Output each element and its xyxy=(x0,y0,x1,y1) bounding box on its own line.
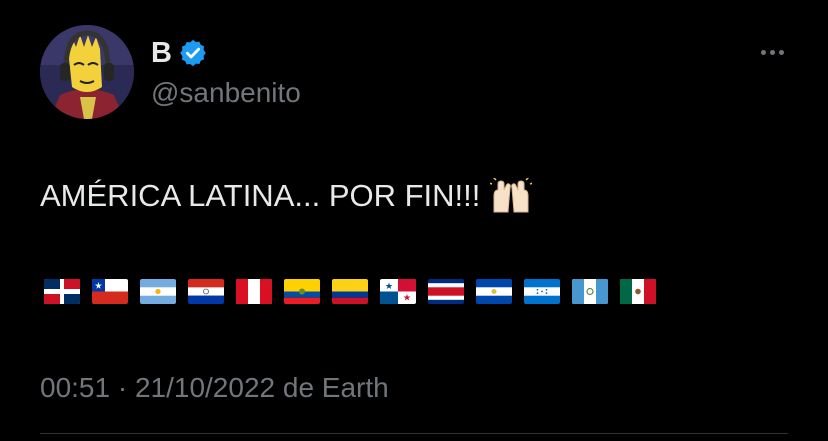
tweet-timestamp[interactable]: 00:51 · 21/10/2022 de Earth xyxy=(40,370,389,406)
mexico-flag xyxy=(620,279,656,304)
costa-rica-flag xyxy=(428,279,464,304)
tweet-text: AMÉRICA LATINA... POR FIN!!! xyxy=(40,176,534,224)
more-dot-icon xyxy=(769,49,775,55)
divider xyxy=(40,433,788,434)
raising-hands-icon xyxy=(489,176,534,224)
chile-flag xyxy=(92,279,128,304)
el-salvador-flag xyxy=(476,279,512,304)
guatemala-flag xyxy=(572,279,608,304)
peru-flag xyxy=(236,279,272,304)
more-dot-icon xyxy=(760,49,766,55)
user-handle[interactable]: @sanbenito xyxy=(151,77,301,109)
panama-flag xyxy=(380,279,416,304)
avatar-image xyxy=(40,25,134,119)
more-options-button[interactable] xyxy=(752,40,792,64)
avatar[interactable] xyxy=(40,25,134,119)
display-name[interactable]: B xyxy=(151,37,172,69)
paraguay-flag xyxy=(188,279,224,304)
verified-badge-icon xyxy=(178,38,208,68)
colombia-flag xyxy=(332,279,368,304)
dominican-republic-flag xyxy=(44,279,80,304)
argentina-flag xyxy=(140,279,176,304)
ecuador-flag xyxy=(284,279,320,304)
tweet-body: AMÉRICA LATINA... POR FIN!!! xyxy=(40,178,481,213)
more-dot-icon xyxy=(778,49,784,55)
honduras-flag xyxy=(524,279,560,304)
